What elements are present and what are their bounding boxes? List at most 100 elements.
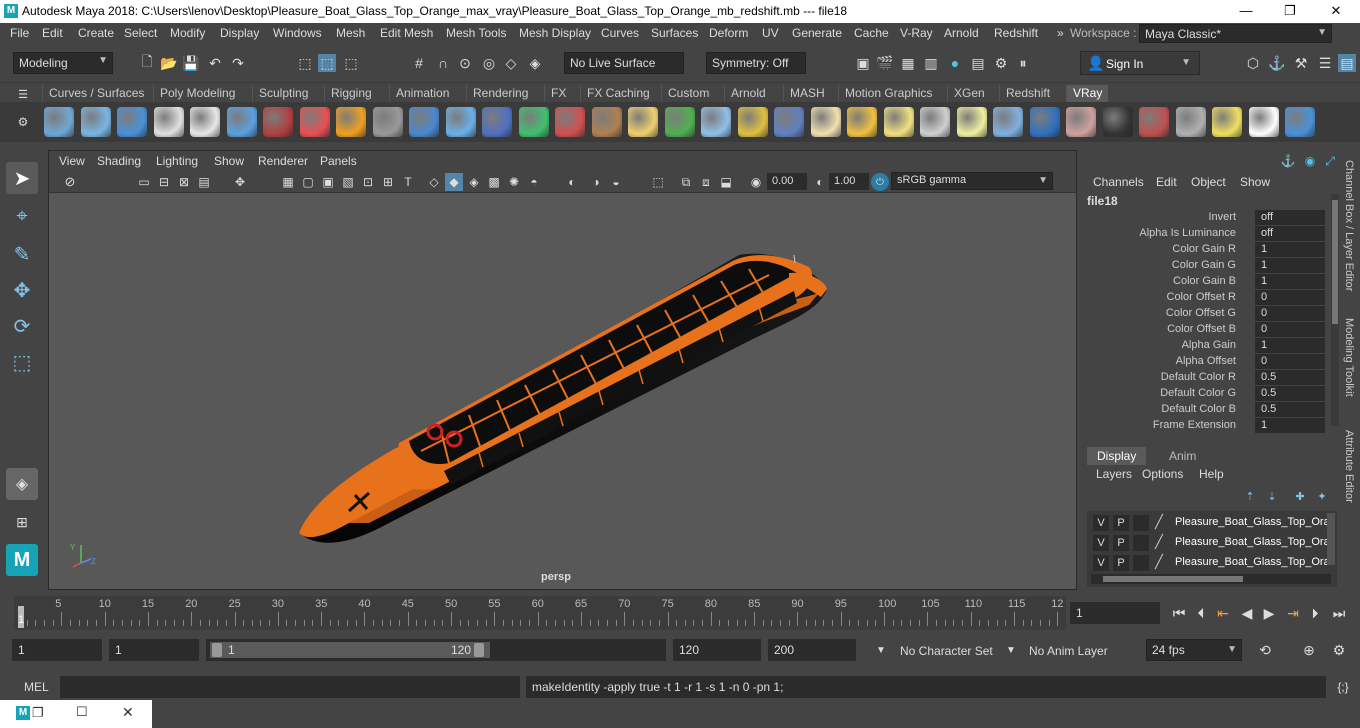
camera-select-icon[interactable]: ⊘: [61, 173, 79, 191]
grid-icon[interactable]: ▦: [279, 173, 297, 191]
wireframe-icon[interactable]: ◇: [425, 173, 443, 191]
boat-model[interactable]: [49, 193, 1076, 589]
viewport-panel[interactable]: View Shading Lighting Show Renderer Pane…: [48, 150, 1077, 590]
go-to-end-icon[interactable]: ⏭: [1330, 604, 1348, 622]
use-all-lights-icon[interactable]: ✺: [505, 173, 523, 191]
script-language-toggle[interactable]: MEL: [24, 680, 49, 694]
step-forward-frame-icon[interactable]: ⇥: [1284, 604, 1302, 622]
tab-animation[interactable]: Animation: [389, 85, 455, 102]
shelf-tool-icon[interactable]: [1139, 107, 1169, 137]
vray-vfb-icon[interactable]: ▤: [969, 54, 987, 72]
tab-custom[interactable]: Custom: [661, 85, 715, 102]
shelf-tool-icon[interactable]: [810, 107, 841, 137]
loop-icon[interactable]: ⟲: [1256, 641, 1274, 659]
shelf-tool-icon[interactable]: [482, 107, 512, 137]
move-layer-down-icon[interactable]: ⇣: [1263, 487, 1281, 505]
minimized-window[interactable]: M ❐ ☐ ✕: [0, 700, 152, 728]
shelf-tool-icon[interactable]: [336, 107, 366, 137]
shelf-tool-icon[interactable]: [591, 107, 622, 137]
new-scene-icon[interactable]: 🗋: [138, 53, 156, 72]
playback-toggle[interactable]: P: [1113, 535, 1129, 551]
display-type-toggle[interactable]: [1133, 535, 1149, 551]
scale-tool-icon[interactable]: ⬚: [6, 346, 38, 378]
attribute-value[interactable]: 1: [1255, 242, 1325, 257]
gamma-icon[interactable]: ◐: [811, 173, 829, 191]
wireframe-on-shaded-icon[interactable]: ◈: [465, 173, 483, 191]
layer-menu-layers[interactable]: Layers: [1096, 467, 1132, 481]
channel-box-tree-icon[interactable]: ⚓: [1279, 152, 1297, 170]
viewport-scene[interactable]: Y Z persp: [49, 193, 1076, 589]
timeline-ruler[interactable]: 1 5 10 15 20 25 30 35 40 45 50 55 60 65 70 75 80 85 90 95 1…: [14, 596, 1066, 630]
shelf-tool-icon[interactable]: [1212, 107, 1242, 137]
step-back-frame-icon[interactable]: ⇤: [1214, 604, 1232, 622]
menu-deform[interactable]: Deform: [709, 26, 748, 40]
pause-icon[interactable]: ⏸: [1014, 54, 1032, 72]
shelf-tool-icon[interactable]: [190, 107, 220, 137]
tab-vray[interactable]: VRay: [1066, 85, 1109, 102]
shelf-tool-icon[interactable]: [1029, 107, 1060, 137]
shelf-tool-icon[interactable]: [1066, 107, 1096, 137]
restore-icon[interactable]: ❐: [32, 705, 44, 721]
character-set-chevron-icon[interactable]: ▼: [872, 641, 890, 659]
shelf-tool-icon[interactable]: [1175, 107, 1206, 137]
menu-create[interactable]: Create: [78, 26, 114, 40]
shelf-tool-icon[interactable]: [445, 107, 476, 137]
display-type-toggle[interactable]: [1133, 555, 1149, 571]
shelf-tool-icon[interactable]: [263, 107, 293, 137]
playback-end-field[interactable]: 120: [673, 639, 761, 661]
layer-menu-help[interactable]: Help: [1199, 467, 1224, 481]
maximize-button[interactable]: ❐: [1268, 0, 1312, 23]
single-perspective-layout-icon[interactable]: ◈: [6, 468, 38, 500]
snap-surface-icon[interactable]: ◇: [502, 54, 520, 72]
shelf-tool-icon[interactable]: [372, 107, 403, 137]
rotate-tool-icon[interactable]: ⟳: [6, 310, 38, 342]
shelf-tool-icon[interactable]: [956, 107, 987, 137]
snap-point-icon[interactable]: ⊙: [456, 54, 474, 72]
undo-icon[interactable]: ↶: [206, 54, 224, 72]
select-tool-icon[interactable]: ➤: [6, 162, 38, 194]
menu-windows[interactable]: Windows: [273, 26, 322, 40]
attribute-row[interactable]: Color Offset R 0: [1083, 290, 1328, 306]
snap-grid-icon[interactable]: #: [410, 54, 428, 72]
attribute-value[interactable]: 0.5: [1255, 386, 1325, 401]
textured-icon[interactable]: ▩: [485, 173, 503, 191]
tab-sculpting[interactable]: Sculpting: [252, 85, 314, 102]
tab-xgen[interactable]: XGen: [947, 85, 991, 102]
new-layer-selected-icon[interactable]: ✦: [1313, 487, 1331, 505]
shelf-tool-icon[interactable]: [44, 107, 74, 137]
menu-uv[interactable]: UV: [762, 26, 779, 40]
image-plane-icon[interactable]: ⊠: [175, 173, 193, 191]
tab-rendering[interactable]: Rendering: [466, 85, 534, 102]
playback-toggle[interactable]: P: [1113, 515, 1129, 531]
save-scene-icon[interactable]: 💾: [182, 54, 200, 72]
camera-bookmark-icon[interactable]: ⧉: [677, 173, 695, 191]
shelf-tool-icon[interactable]: [737, 107, 768, 137]
menu-select[interactable]: Select: [124, 26, 157, 40]
tab-anim[interactable]: Anim: [1161, 447, 1204, 465]
shelf-tool-icon[interactable]: [1102, 107, 1133, 137]
tab-curves-surfaces[interactable]: Curves / Surfaces: [42, 85, 150, 102]
snap-curve-icon[interactable]: ∩: [434, 54, 452, 72]
menu-redshift[interactable]: Redshift: [994, 26, 1038, 40]
attribute-value[interactable]: 0: [1255, 354, 1325, 369]
menu-arnold[interactable]: Arnold: [944, 26, 979, 40]
step-back-key-icon[interactable]: ⏴: [1192, 604, 1210, 622]
cb-menu-show[interactable]: Show: [1240, 175, 1270, 189]
close-button[interactable]: ✕: [1314, 0, 1358, 23]
motion-blur-icon[interactable]: ⬓: [717, 173, 735, 191]
character-set-label[interactable]: No Character Set: [900, 644, 993, 658]
mode-dropdown[interactable]: Modeling ▼: [13, 52, 113, 74]
shelf-tool-icon[interactable]: [847, 107, 877, 137]
safe-action-icon[interactable]: ⊞: [379, 173, 397, 191]
film-gate-icon[interactable]: ▢: [299, 173, 317, 191]
modeling-toolkit-icon[interactable]: ⬡: [1244, 54, 1262, 72]
anim-layer-chevron-icon[interactable]: ▼: [1002, 641, 1020, 659]
menu-surfaces[interactable]: Surfaces: [651, 26, 698, 40]
script-editor-icon[interactable]: {;}: [1334, 678, 1352, 696]
vp-menu-lighting[interactable]: Lighting: [156, 154, 198, 168]
vray-settings-icon[interactable]: ⚙: [992, 54, 1010, 72]
attribute-value[interactable]: off: [1255, 210, 1325, 225]
menu-mesh-display[interactable]: Mesh Display: [519, 26, 591, 40]
tab-arnold[interactable]: Arnold: [724, 85, 772, 102]
isolate-select-icon[interactable]: ◐: [563, 173, 581, 191]
